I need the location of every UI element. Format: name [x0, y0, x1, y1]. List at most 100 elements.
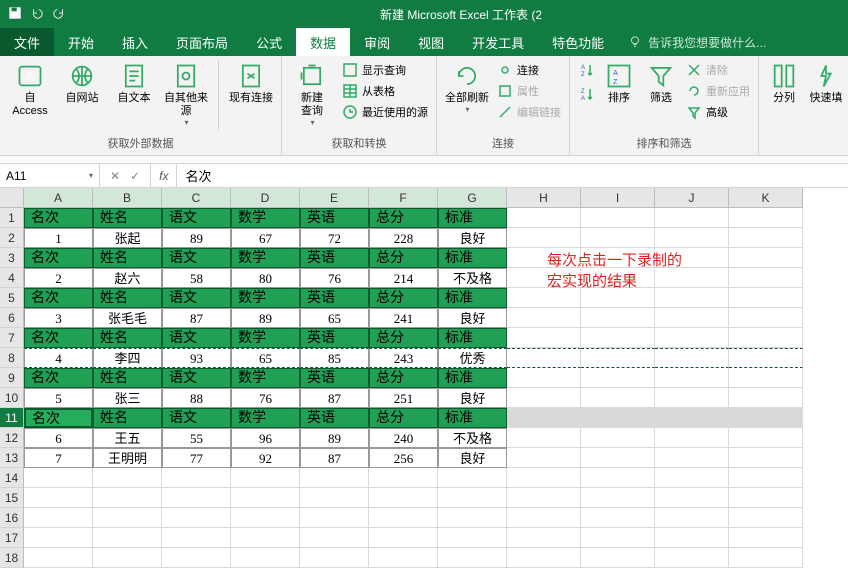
empty-cell[interactable]: [655, 228, 729, 248]
empty-cell[interactable]: [655, 468, 729, 488]
empty-cell[interactable]: [655, 308, 729, 328]
btn-sort-az[interactable]: AZ: [576, 60, 596, 80]
empty-cell[interactable]: [729, 268, 803, 288]
data-cell[interactable]: 王五: [93, 428, 162, 448]
enter-icon[interactable]: ✓: [130, 169, 140, 183]
empty-cell[interactable]: [729, 388, 803, 408]
empty-cell[interactable]: [581, 428, 655, 448]
row-header[interactable]: 6: [0, 308, 24, 328]
row-header[interactable]: 2: [0, 228, 24, 248]
empty-cell[interactable]: [93, 488, 162, 508]
empty-cell[interactable]: [231, 508, 300, 528]
col-header[interactable]: F: [369, 188, 438, 208]
header-cell[interactable]: 总分: [369, 208, 438, 228]
name-box[interactable]: A11▾: [0, 164, 100, 187]
empty-cell[interactable]: [655, 528, 729, 548]
btn-sort-za[interactable]: ZA: [576, 84, 596, 104]
data-cell[interactable]: 6: [24, 428, 93, 448]
header-cell[interactable]: 语文: [162, 328, 231, 348]
data-cell[interactable]: 77: [162, 448, 231, 468]
tab-insert[interactable]: 插入: [108, 28, 162, 56]
data-cell[interactable]: 55: [162, 428, 231, 448]
empty-cell[interactable]: [581, 448, 655, 468]
header-cell[interactable]: 标准: [438, 288, 507, 308]
btn-from-table[interactable]: 从表格: [340, 81, 430, 101]
data-cell[interactable]: 240: [369, 428, 438, 448]
undo-icon[interactable]: [30, 6, 44, 23]
empty-cell[interactable]: [729, 468, 803, 488]
header-cell[interactable]: 英语: [300, 208, 369, 228]
save-icon[interactable]: [8, 6, 22, 23]
header-cell[interactable]: 英语: [300, 248, 369, 268]
empty-cell[interactable]: [507, 308, 581, 328]
empty-cell[interactable]: [581, 328, 655, 348]
empty-cell[interactable]: [729, 368, 803, 388]
header-cell[interactable]: 名次: [24, 328, 93, 348]
data-cell[interactable]: 7: [24, 448, 93, 468]
select-all-corner[interactable]: [0, 188, 24, 208]
empty-cell[interactable]: [729, 208, 803, 228]
data-cell[interactable]: 良好: [438, 308, 507, 328]
empty-cell[interactable]: [581, 528, 655, 548]
data-cell[interactable]: 良好: [438, 448, 507, 468]
btn-refresh-all[interactable]: 全部刷新▾: [443, 60, 491, 117]
header-cell[interactable]: 标准: [438, 208, 507, 228]
header-cell[interactable]: 标准: [438, 328, 507, 348]
empty-cell[interactable]: [655, 388, 729, 408]
empty-cell[interactable]: [655, 428, 729, 448]
data-cell[interactable]: 96: [231, 428, 300, 448]
empty-cell[interactable]: [655, 548, 729, 568]
data-cell[interactable]: 76: [300, 268, 369, 288]
data-cell[interactable]: 65: [231, 348, 300, 368]
empty-cell[interactable]: [581, 308, 655, 328]
header-cell[interactable]: 英语: [300, 408, 369, 428]
empty-cell[interactable]: [729, 348, 803, 368]
formula-input[interactable]: 名次: [177, 164, 848, 187]
btn-text-to-columns[interactable]: 分列: [765, 60, 803, 107]
col-header[interactable]: G: [438, 188, 507, 208]
data-cell[interactable]: 89: [162, 228, 231, 248]
data-cell[interactable]: 3: [24, 308, 93, 328]
data-cell[interactable]: 4: [24, 348, 93, 368]
btn-existing-conn[interactable]: 现有连接: [227, 60, 275, 107]
empty-cell[interactable]: [369, 528, 438, 548]
header-cell[interactable]: 英语: [300, 368, 369, 388]
empty-cell[interactable]: [93, 548, 162, 568]
col-header[interactable]: B: [93, 188, 162, 208]
empty-cell[interactable]: [507, 328, 581, 348]
data-cell[interactable]: 1: [24, 228, 93, 248]
empty-cell[interactable]: [300, 488, 369, 508]
header-cell[interactable]: 总分: [369, 368, 438, 388]
col-header[interactable]: H: [507, 188, 581, 208]
data-cell[interactable]: 92: [231, 448, 300, 468]
data-cell[interactable]: 241: [369, 308, 438, 328]
data-cell[interactable]: 58: [162, 268, 231, 288]
data-cell[interactable]: 85: [300, 348, 369, 368]
empty-cell[interactable]: [581, 208, 655, 228]
empty-cell[interactable]: [581, 388, 655, 408]
col-header[interactable]: E: [300, 188, 369, 208]
header-cell[interactable]: 名次: [24, 248, 93, 268]
empty-cell[interactable]: [507, 468, 581, 488]
row-header[interactable]: 15: [0, 488, 24, 508]
btn-properties[interactable]: 属性: [495, 81, 563, 101]
row-header[interactable]: 4: [0, 268, 24, 288]
empty-cell[interactable]: [507, 428, 581, 448]
btn-from-text[interactable]: 自文本: [110, 60, 158, 107]
row-header[interactable]: 10: [0, 388, 24, 408]
btn-from-web[interactable]: 自网站: [58, 60, 106, 107]
tab-home[interactable]: 开始: [54, 28, 108, 56]
empty-cell[interactable]: [300, 468, 369, 488]
header-cell[interactable]: 数学: [231, 288, 300, 308]
data-cell[interactable]: 5: [24, 388, 93, 408]
row-header[interactable]: 17: [0, 528, 24, 548]
empty-cell[interactable]: [24, 488, 93, 508]
row-header[interactable]: 9: [0, 368, 24, 388]
row-header[interactable]: 11: [0, 408, 24, 428]
btn-sort[interactable]: AZ排序: [600, 60, 638, 107]
btn-filter[interactable]: 筛选: [642, 60, 680, 107]
empty-cell[interactable]: [729, 328, 803, 348]
empty-cell[interactable]: [581, 488, 655, 508]
data-cell[interactable]: 不及格: [438, 268, 507, 288]
btn-connections[interactable]: 连接: [495, 60, 563, 80]
